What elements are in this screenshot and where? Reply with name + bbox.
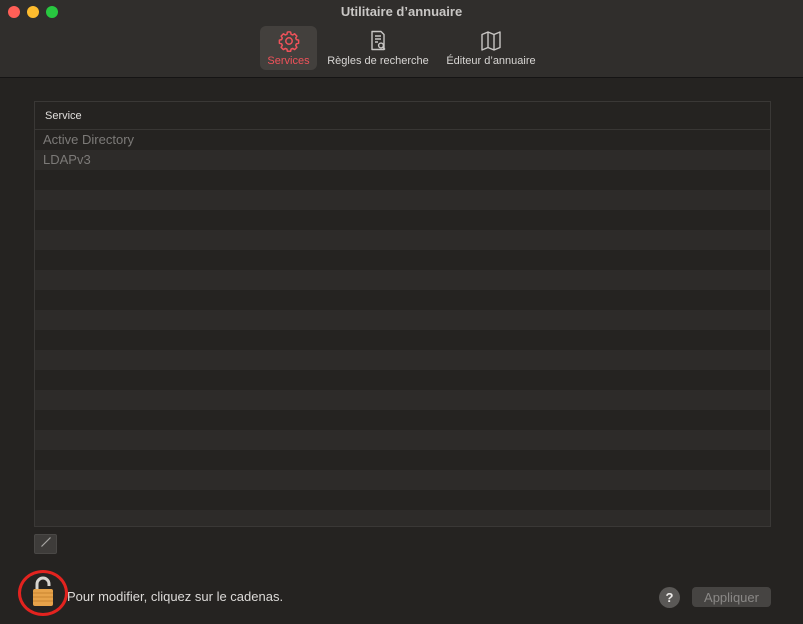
table-row-empty [35,170,770,190]
lock-button[interactable] [18,570,68,616]
table-row-empty [35,230,770,250]
table-row[interactable]: LDAPv3 [35,150,770,170]
tab-services[interactable]: Services [260,26,317,70]
table-row-empty [35,490,770,510]
tab-directory-editor-label: Éditeur d’annuaire [446,55,536,67]
tab-search-rules[interactable]: Règles de recherche [322,26,434,70]
apply-button[interactable]: Appliquer [692,587,771,607]
padlock-open-icon [31,576,55,613]
table-row-empty [35,330,770,350]
table-row-empty [35,370,770,390]
services-table: Service Active Directory LDAPv3 [34,101,771,527]
table-row-empty [35,470,770,490]
lock-message: Pour modifier, cliquez sur le cadenas. [67,589,284,604]
table-row-empty [35,290,770,310]
table-row-empty [35,390,770,410]
column-header-service[interactable]: Service [35,102,770,130]
table-row-empty [35,510,770,526]
table-row-empty [35,350,770,370]
search-document-icon [366,29,390,53]
edit-service-button[interactable] [34,534,57,554]
table-row-empty [35,450,770,470]
table-row-empty [35,270,770,290]
table-row-empty [35,250,770,270]
tab-directory-editor[interactable]: Éditeur d’annuaire [440,26,542,70]
table-row-empty [35,210,770,230]
table-row-empty [35,410,770,430]
table-row-empty [35,310,770,330]
pencil-icon [40,535,52,553]
table-row[interactable]: Active Directory [35,130,770,150]
help-button[interactable]: ? [659,587,680,608]
tab-services-label: Services [267,55,310,67]
titlebar: Utilitaire d’annuaire Services Règles de [0,0,803,78]
directory-utility-window: Utilitaire d’annuaire Services Règles de [0,0,803,624]
gear-icon [277,29,301,53]
map-icon [479,29,503,53]
table-row-empty [35,190,770,210]
tab-search-rules-label: Règles de recherche [327,55,429,67]
table-row-empty [35,430,770,450]
window-title: Utilitaire d’annuaire [340,4,463,19]
